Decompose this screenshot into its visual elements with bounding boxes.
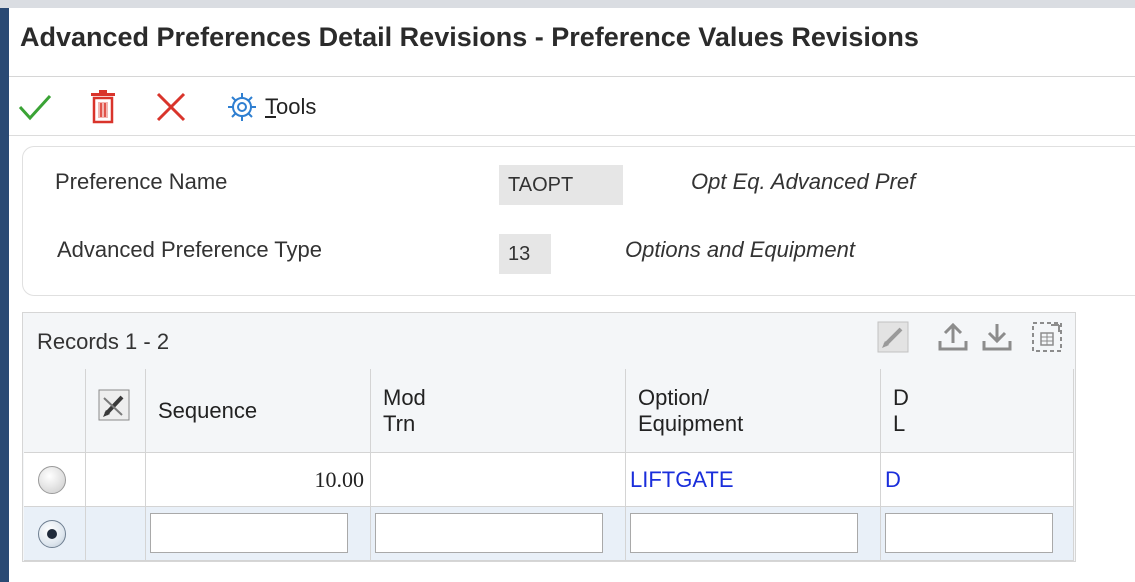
close-icon — [156, 92, 186, 122]
window-top-strip — [0, 0, 1135, 8]
option-equipment-column-header[interactable]: Option/ Equipment — [626, 369, 881, 453]
grid-expand-button[interactable] — [1031, 321, 1063, 358]
grid-panel: Records 1 - 2 Sequence Mod Trn Option/ E… — [22, 312, 1076, 562]
expand-grid-icon — [1032, 322, 1062, 352]
preference-type-description: Options and Equipment — [625, 237, 855, 262]
preference-name-description: Opt Eq. Advanced Pref — [691, 169, 916, 194]
header-panel: Preference Name TAOPT Opt Eq. Advanced P… — [22, 146, 1135, 296]
sequence-column-label: Sequence — [158, 398, 258, 423]
records-count: Records 1 - 2 — [37, 329, 170, 354]
row-1-edit-cell — [86, 453, 146, 507]
row-2-sequence-cell — [146, 507, 371, 561]
edit-grid-icon — [877, 321, 909, 353]
sequence-column-header[interactable]: Sequence — [146, 369, 371, 453]
row-2-option-equipment-input[interactable] — [630, 513, 858, 553]
dl-column-label: D L — [893, 385, 909, 436]
title-divider — [9, 76, 1135, 77]
import-button[interactable] — [981, 321, 1013, 358]
row-2-sequence-input[interactable] — [150, 513, 348, 553]
row-1-option-equipment-link[interactable]: LIFTGATE — [630, 467, 734, 493]
row-2-radio[interactable] — [38, 520, 66, 548]
form-toolbar: Tools — [9, 82, 1135, 134]
toolbar-divider — [9, 135, 1135, 136]
page-title: Advanced Preferences Detail Revisions - … — [20, 22, 919, 52]
row-2-dl-input[interactable] — [885, 513, 1053, 553]
mod-trn-column-label: Mod Trn — [383, 385, 426, 436]
row-2-mod-trn-cell — [371, 507, 626, 561]
preference-type-label: Advanced Preference Type — [57, 237, 322, 262]
row-1-dl-cell[interactable]: D — [881, 453, 1074, 507]
row-1-radio[interactable] — [38, 466, 66, 494]
row-1-option-equipment-cell[interactable]: LIFTGATE — [626, 453, 881, 507]
row-1-mod-trn-cell[interactable] — [371, 453, 626, 507]
row-1-dl-link[interactable]: D — [885, 467, 901, 493]
mod-trn-column-header[interactable]: Mod Trn — [371, 369, 626, 453]
tools-label: Tools — [265, 94, 316, 120]
row-1-select-cell — [24, 453, 86, 507]
grid-edit-button[interactable] — [877, 321, 909, 358]
row-2-edit-cell — [86, 507, 146, 561]
preference-name-field: TAOPT — [499, 165, 623, 205]
window-left-edge — [0, 8, 9, 582]
ok-button[interactable] — [17, 90, 53, 124]
tools-menu[interactable]: Tools — [227, 90, 316, 124]
select-column-header — [24, 369, 86, 453]
dl-column-header[interactable]: D L — [881, 369, 1074, 453]
row-2-select-cell — [24, 507, 86, 561]
upload-icon — [938, 322, 968, 351]
delete-button[interactable] — [89, 90, 117, 124]
row-2-option-equipment-cell — [626, 507, 881, 561]
row-2-mod-trn-input[interactable] — [375, 513, 603, 553]
tools-label-rest: ools — [276, 94, 317, 119]
preference-type-field: 13 — [499, 234, 551, 274]
checkmark-icon — [18, 94, 52, 121]
option-equipment-column-label: Option/ Equipment — [638, 385, 744, 436]
pencil-icon — [98, 389, 130, 421]
row-2-dl-cell — [881, 507, 1074, 561]
row-1-sequence-cell[interactable]: 10.00 — [146, 453, 371, 507]
row-edit-column-header[interactable] — [86, 369, 146, 453]
export-button[interactable] — [937, 321, 969, 358]
trash-icon — [91, 90, 115, 124]
gear-icon — [228, 93, 256, 121]
row-1-sequence-value: 10.00 — [314, 467, 365, 492]
download-icon — [982, 324, 1012, 351]
cancel-button[interactable] — [155, 90, 187, 124]
preference-name-label: Preference Name — [55, 169, 228, 194]
tools-mnemonic: T — [265, 94, 276, 119]
